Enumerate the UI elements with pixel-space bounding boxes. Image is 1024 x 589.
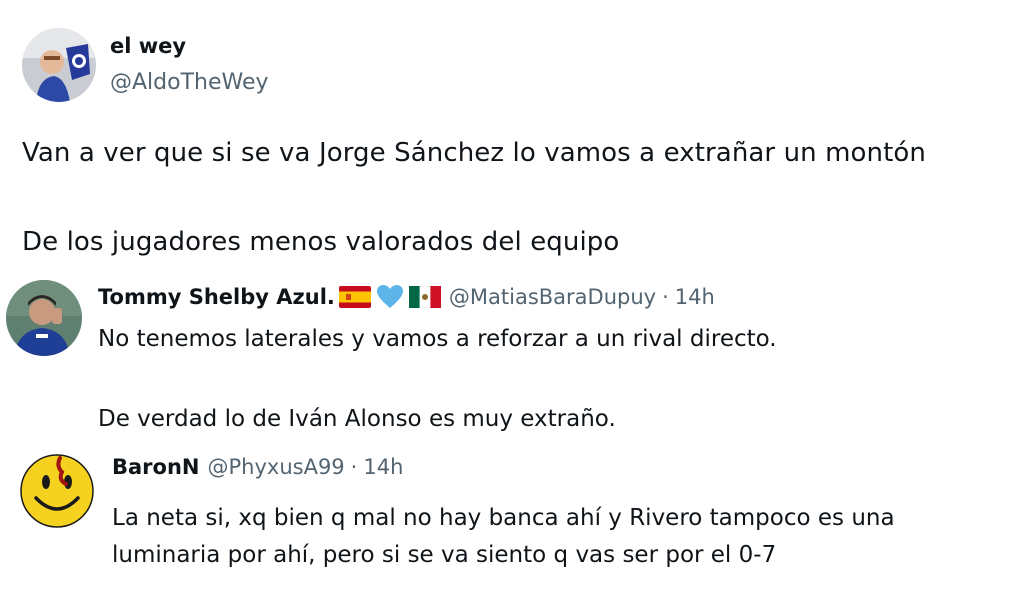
reply-tweet[interactable]: Tommy Shelby Azul. @MatiasBaraDupuy · 14… (0, 262, 1024, 440)
light-blue-heart-icon (376, 285, 403, 308)
user-handle[interactable]: @AldoTheWey (110, 70, 269, 95)
user-handle[interactable]: @PhyxusA99 (208, 455, 345, 479)
avatar[interactable] (20, 454, 94, 528)
timestamp[interactable]: 14h (675, 285, 715, 309)
smiley-face-icon (20, 454, 94, 528)
timestamp[interactable]: 14h (363, 455, 403, 479)
reply-text-line: De verdad lo de Iván Alonso es muy extra… (98, 406, 616, 432)
reply-text-line: La neta si, xq bien q mal no hay banca a… (112, 505, 895, 531)
tweet-text-line: De los jugadores menos valorados del equ… (22, 227, 620, 257)
display-name[interactable]: el wey (110, 34, 186, 58)
display-name[interactable]: Tommy Shelby Azul. (98, 285, 335, 309)
separator-dot: · (350, 455, 358, 479)
reply-text-line: No tenemos laterales y vamos a reforzar … (98, 326, 777, 352)
avatar[interactable] (6, 280, 82, 356)
avatar[interactable] (22, 28, 96, 102)
separator-dot: · (662, 285, 669, 309)
reply-header: BaronN @PhyxusA99 · 14h (112, 455, 403, 479)
user-handle[interactable]: @MatiasBaraDupuy (449, 285, 656, 309)
main-tweet[interactable]: el wey @AldoTheWey Van a ver que si se v… (0, 0, 1024, 262)
spain-flag-icon (338, 286, 371, 308)
reply-text-line: luminaria por ahí, pero si se va siento … (112, 542, 777, 568)
mexico-flag-icon (408, 286, 441, 308)
name-emoji-group (338, 284, 441, 310)
profile-photo-icon (6, 280, 82, 356)
tweet-text-line: Van a ver que si se va Jorge Sánchez lo … (22, 138, 926, 168)
profile-photo-icon (22, 28, 96, 102)
reply-header: Tommy Shelby Azul. @MatiasBaraDupuy · 14… (98, 284, 715, 310)
display-name[interactable]: BaronN (112, 455, 200, 479)
reply-tweet[interactable]: BaronN @PhyxusA99 · 14h La neta si, xq b… (0, 440, 1024, 589)
